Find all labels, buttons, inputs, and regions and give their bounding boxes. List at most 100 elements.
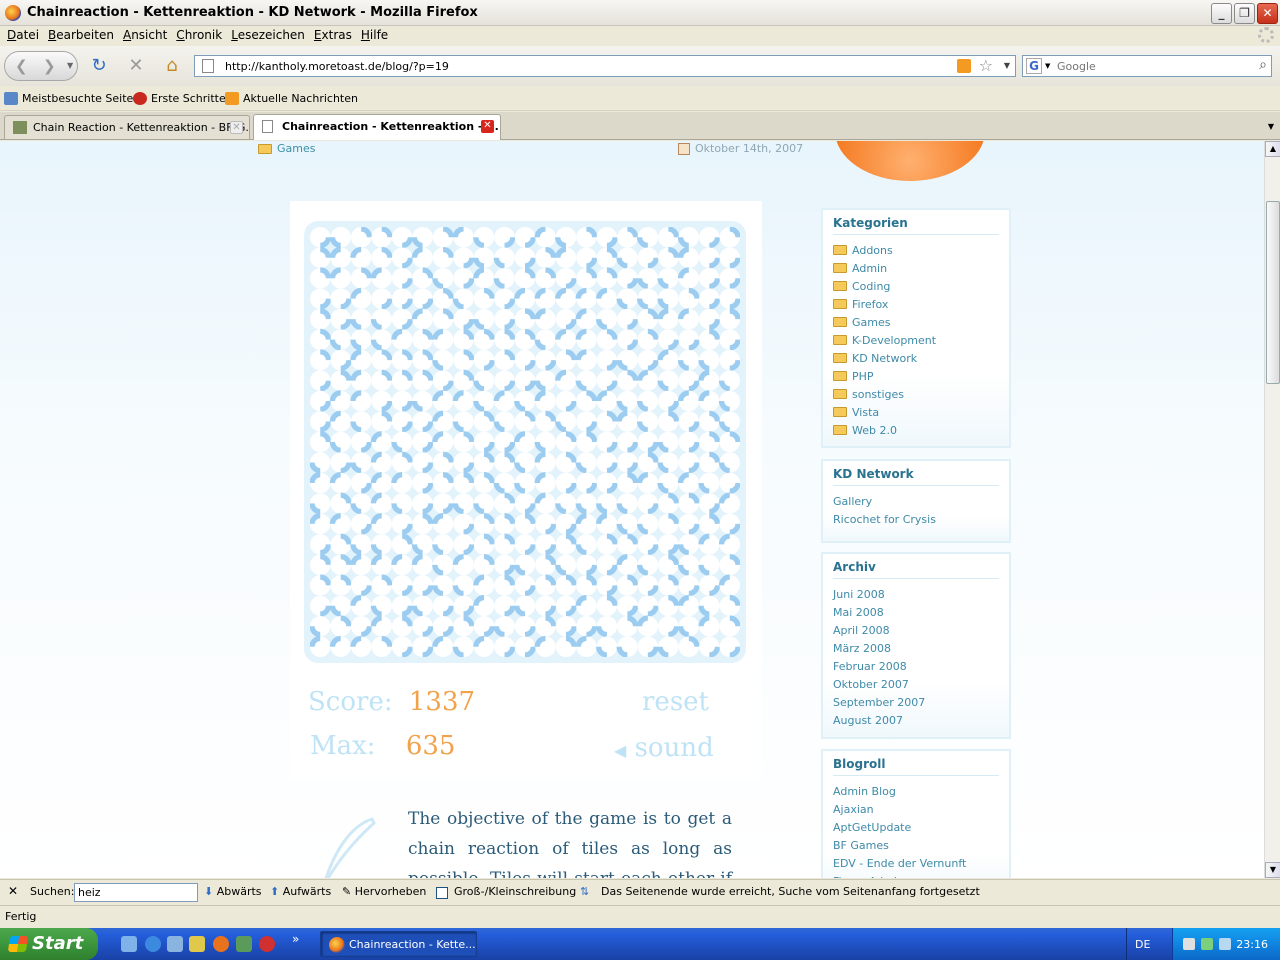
network-icon[interactable]: [1219, 938, 1231, 950]
menu-extras[interactable]: Extras: [311, 26, 358, 46]
archiv-item[interactable]: Juni 2008: [833, 585, 999, 603]
media-player-icon[interactable]: [167, 936, 183, 952]
max-value: 635: [405, 731, 456, 761]
blogroll-item[interactable]: EDV - Ende der Vernunft: [833, 854, 999, 872]
game-container: Score: 1337 Max: 635 reset ◀ sound: [290, 201, 762, 781]
menu-datei[interactable]: Datei: [4, 26, 45, 46]
tile-grid[interactable]: [310, 227, 740, 657]
menu-lesezeichen[interactable]: Lesezeichen: [228, 26, 311, 46]
bookmark-star-icon[interactable]: ☆: [979, 56, 993, 75]
firefox-quicklaunch-icon[interactable]: [213, 936, 229, 952]
kategorie-item[interactable]: Coding: [833, 277, 999, 295]
back-arrow-icon[interactable]: ❮: [15, 57, 28, 75]
rss-logo[interactable]: [830, 141, 990, 183]
tab-close-icon[interactable]: ✕: [230, 121, 243, 134]
bookmark-meistbesuchte[interactable]: Meistbesuchte Seiten: [4, 92, 140, 105]
blogroll-item[interactable]: Fieser Admin: [833, 872, 999, 879]
kategorie-item[interactable]: Admin: [833, 259, 999, 277]
blogroll-item[interactable]: Admin Blog: [833, 782, 999, 800]
minimize-button[interactable]: _: [1211, 3, 1232, 24]
reload-icon[interactable]: ↻: [87, 55, 111, 77]
kategorie-item[interactable]: Web 2.0: [833, 421, 999, 439]
sound-label: sound: [634, 733, 714, 763]
tab-chain-reaction-bf[interactable]: Chain Reaction - Kettenreaktion - BF-G..…: [4, 115, 250, 139]
highlight-button[interactable]: ✎ Hervorheben: [342, 885, 426, 898]
kdnetwork-item[interactable]: Ricochet for Crysis: [833, 510, 999, 528]
show-desktop-icon[interactable]: [121, 936, 137, 952]
find-input[interactable]: [74, 883, 198, 902]
home-icon[interactable]: ⌂: [160, 55, 184, 77]
archiv-item[interactable]: September 2007: [833, 693, 999, 711]
blogroll-item[interactable]: Ajaxian: [833, 800, 999, 818]
sidebar-kategorien: Kategorien Addons Admin Coding Firefox Games…: [821, 208, 1011, 448]
history-dropdown-icon[interactable]: ▼: [67, 61, 73, 70]
archiv-item[interactable]: April 2008: [833, 621, 999, 639]
sound-toggle[interactable]: ◀ sound: [614, 733, 714, 763]
scroll-up-icon[interactable]: ▲: [1265, 141, 1280, 157]
google-engine-icon[interactable]: G: [1026, 58, 1042, 74]
menu-ansicht[interactable]: Ansicht: [120, 26, 173, 46]
post-category[interactable]: Games: [258, 142, 315, 155]
taskbar: Start » Chainreaction - Kette... DE 23:1…: [0, 928, 1280, 960]
opera-icon[interactable]: [259, 936, 275, 952]
kategorie-item[interactable]: Games: [833, 313, 999, 331]
maximize-button[interactable]: ❐: [1234, 3, 1255, 24]
archiv-item[interactable]: Mai 2008: [833, 603, 999, 621]
archiv-item[interactable]: Oktober 2007: [833, 675, 999, 693]
language-indicator[interactable]: DE: [1126, 928, 1158, 960]
kdnetwork-item[interactable]: Gallery: [833, 492, 999, 510]
engine-dropdown-icon[interactable]: ▼: [1045, 62, 1050, 70]
archiv-item[interactable]: August 2007: [833, 711, 999, 729]
menu-bearbeiten[interactable]: Bearbeiten: [45, 26, 120, 46]
match-case-checkbox[interactable]: [436, 887, 448, 899]
kategorie-item[interactable]: Addons: [833, 241, 999, 259]
blogroll-list: Admin Blog Ajaxian AptGetUpdate BF Games EDV…: [823, 776, 1009, 879]
kategorie-item[interactable]: KD Network: [833, 349, 999, 367]
quicklaunch-overflow-icon[interactable]: »: [292, 932, 299, 946]
vertical-scrollbar[interactable]: ▲ ▼: [1264, 141, 1280, 878]
kategorie-item[interactable]: sonstiges: [833, 385, 999, 403]
blogroll-item[interactable]: AptGetUpdate: [833, 818, 999, 836]
menu-hilfe[interactable]: Hilfe: [358, 26, 394, 46]
kategorie-label: Addons: [852, 243, 893, 257]
menu-bar: Datei Bearbeiten Ansicht Chronik Lesezei…: [0, 26, 1280, 46]
internet-explorer-icon[interactable]: [145, 936, 161, 952]
scroll-thumb[interactable]: [1266, 201, 1280, 384]
kategorie-item[interactable]: K-Development: [833, 331, 999, 349]
quicklaunch-app-icon[interactable]: [189, 936, 205, 952]
url-bar[interactable]: ☆ ▼: [194, 55, 1016, 77]
bookmark-erste-schritte[interactable]: Erste Schritte: [133, 92, 226, 105]
start-button[interactable]: Start: [0, 928, 98, 960]
forward-arrow-icon[interactable]: ❯: [43, 57, 56, 75]
signal-icon[interactable]: [1183, 938, 1195, 950]
find-next-button[interactable]: ⬇ Abwärts: [204, 885, 262, 898]
search-bar[interactable]: G ▼ ⌕: [1022, 55, 1272, 77]
kategorie-item[interactable]: PHP: [833, 367, 999, 385]
archiv-item[interactable]: März 2008: [833, 639, 999, 657]
close-findbar-icon[interactable]: ✕: [8, 884, 18, 898]
wireless-icon[interactable]: [1201, 938, 1213, 950]
scroll-down-icon[interactable]: ▼: [1265, 862, 1280, 878]
tab-chainreaction-kd[interactable]: Chainreaction - Kettenreaktion - ... ✕: [253, 114, 501, 140]
kategorie-item[interactable]: Vista: [833, 403, 999, 421]
url-dropdown-icon[interactable]: ▼: [1004, 61, 1010, 70]
rss-feed-icon[interactable]: [957, 59, 971, 73]
url-input[interactable]: [225, 58, 925, 74]
game-board[interactable]: [304, 221, 746, 663]
tab-close-icon[interactable]: ✕: [481, 120, 494, 133]
search-input[interactable]: [1057, 58, 1247, 74]
stop-icon[interactable]: ✕: [124, 55, 148, 77]
close-window-button[interactable]: ✕: [1257, 3, 1278, 24]
kategorie-item[interactable]: Firefox: [833, 295, 999, 313]
blogroll-item[interactable]: BF Games: [833, 836, 999, 854]
reset-button[interactable]: reset: [642, 687, 709, 717]
find-previous-button[interactable]: ⬆ Aufwärts: [270, 885, 331, 898]
quicklaunch-app-icon[interactable]: [236, 936, 252, 952]
list-all-tabs-icon[interactable]: ▼: [1268, 122, 1274, 131]
taskbar-item-firefox[interactable]: Chainreaction - Kette...: [320, 931, 477, 957]
bookmark-aktuelle-nachrichten[interactable]: Aktuelle Nachrichten: [225, 92, 358, 105]
live-bookmark-icon: [225, 92, 239, 105]
archiv-item[interactable]: Februar 2008: [833, 657, 999, 675]
menu-chronik[interactable]: Chronik: [173, 26, 228, 46]
search-magnifier-icon[interactable]: ⌕: [1259, 57, 1267, 73]
